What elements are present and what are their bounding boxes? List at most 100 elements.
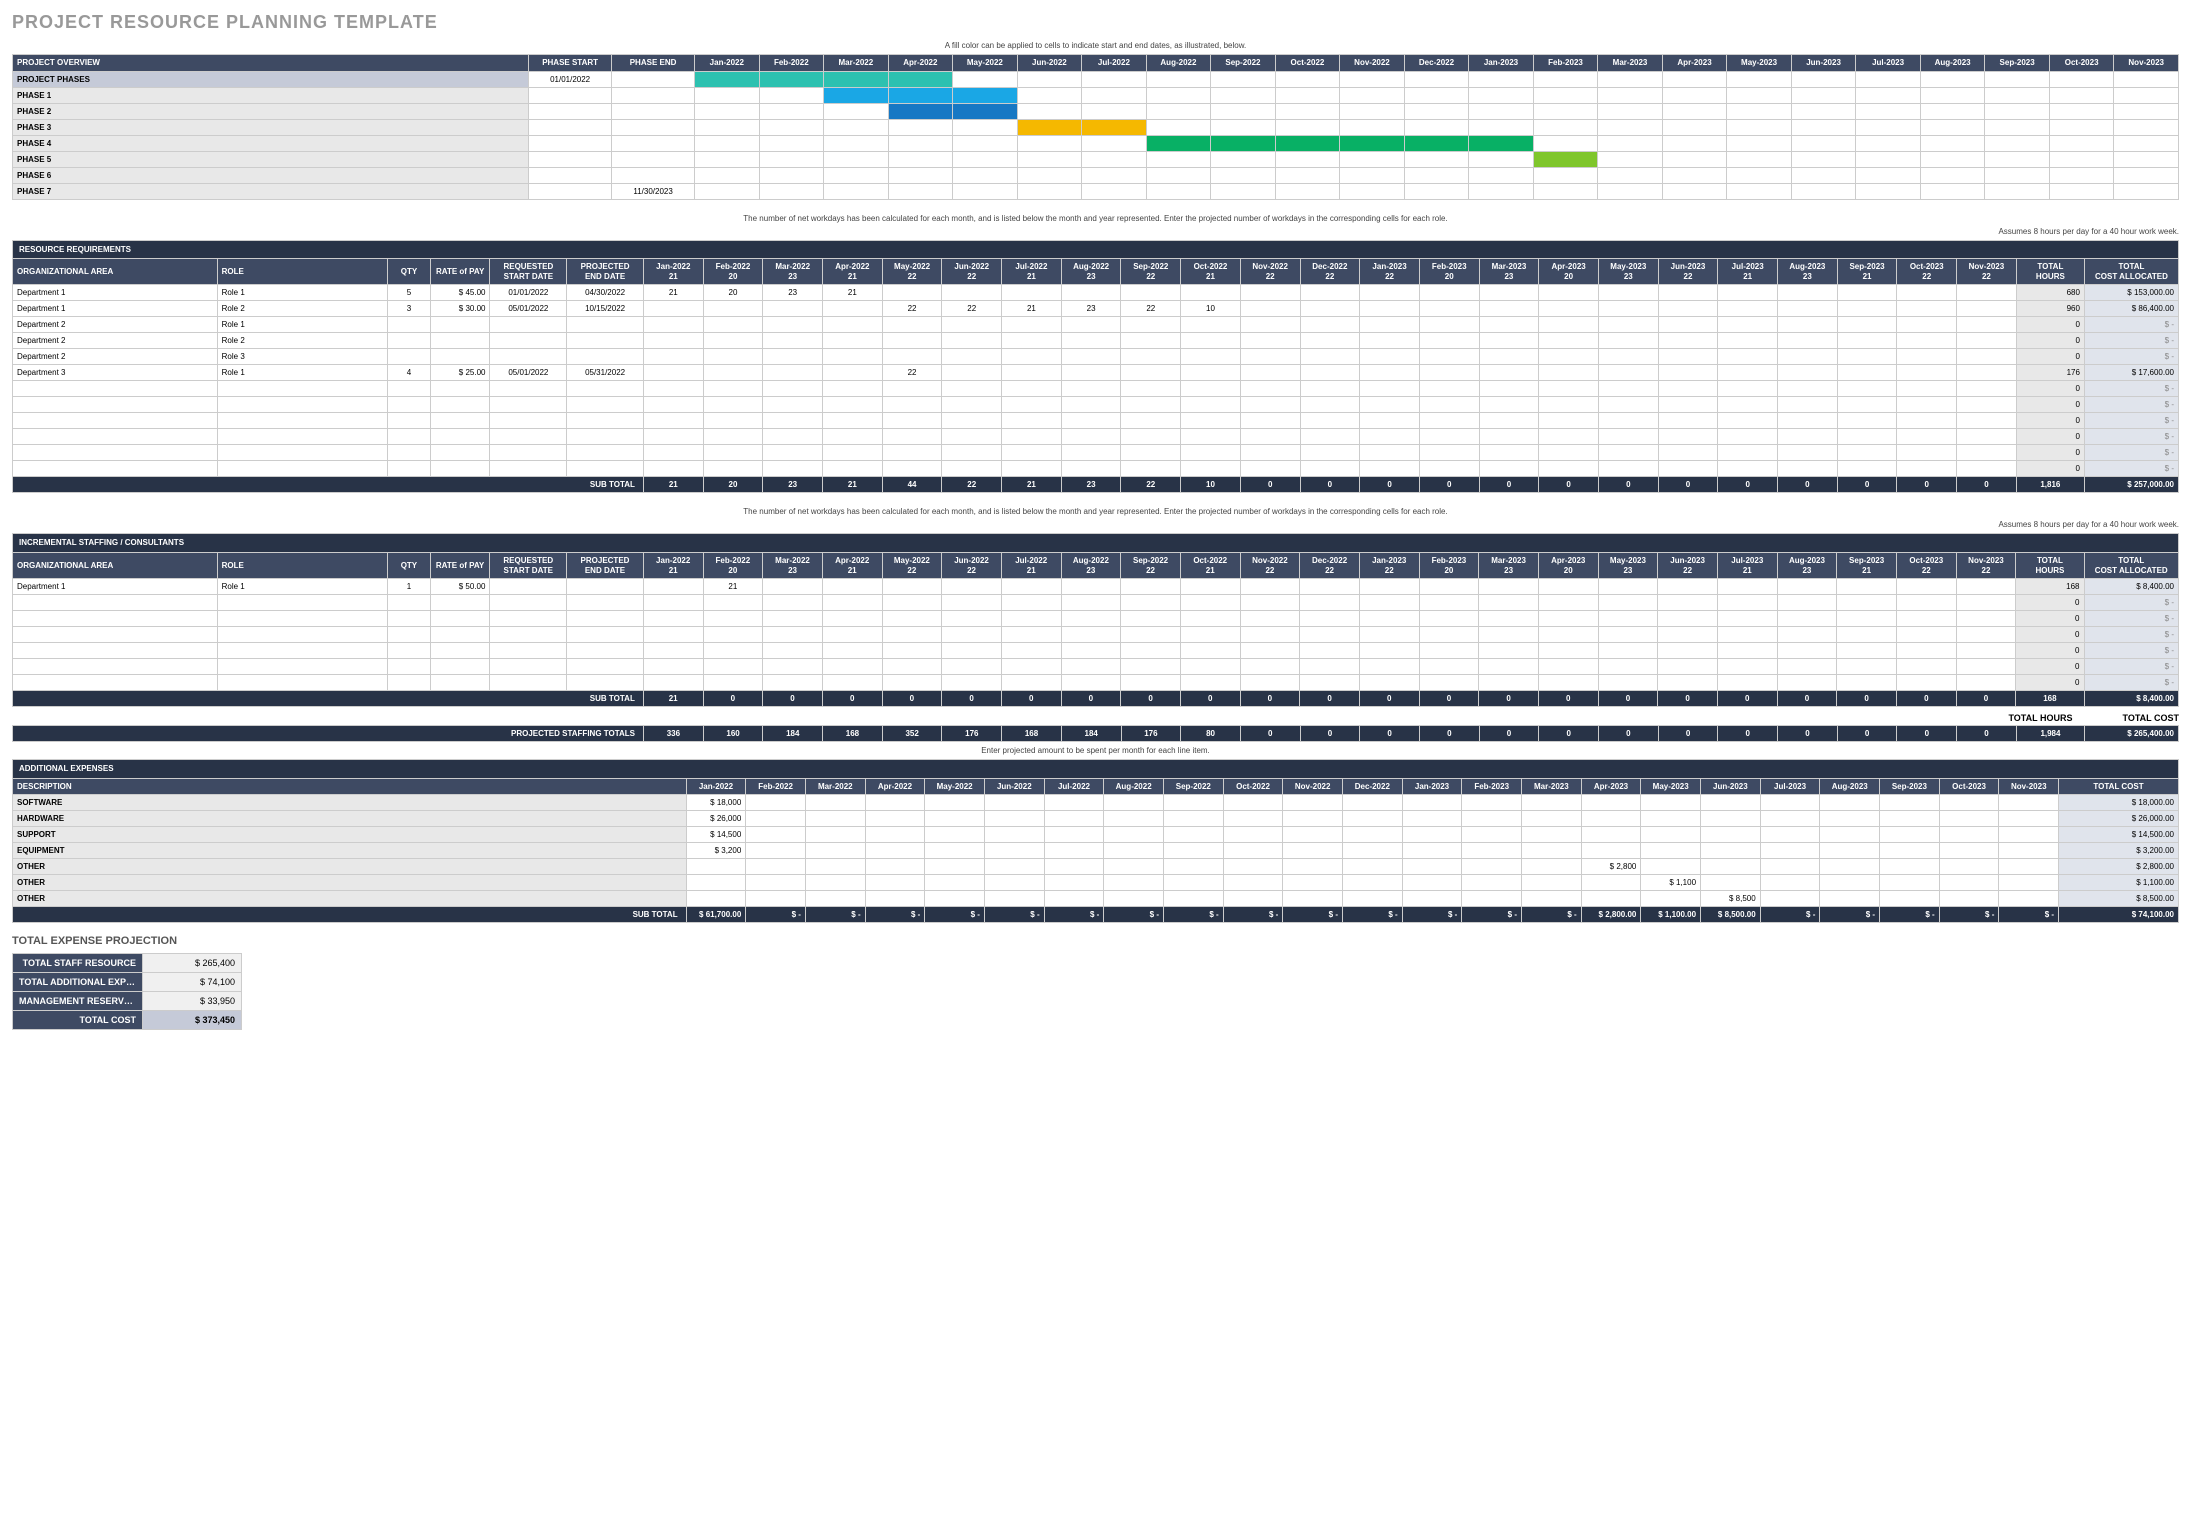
gantt-cell[interactable] [1791, 135, 1856, 151]
workday-cell[interactable] [1598, 675, 1658, 691]
role-cell[interactable] [217, 397, 388, 413]
workday-cell[interactable] [1479, 595, 1539, 611]
workday-cell[interactable] [1360, 285, 1420, 301]
gantt-cell[interactable] [1469, 119, 1534, 135]
workday-cell[interactable] [1837, 659, 1897, 675]
expense-cell[interactable] [1044, 891, 1104, 907]
workday-cell[interactable] [703, 381, 763, 397]
qty-cell[interactable] [388, 317, 431, 333]
expense-cell[interactable]: $ 14,500 [686, 827, 746, 843]
org-cell[interactable] [13, 595, 218, 611]
workday-cell[interactable] [703, 675, 763, 691]
workday-cell[interactable] [1419, 365, 1479, 381]
workday-cell[interactable] [1240, 627, 1300, 643]
expense-cell[interactable] [1402, 875, 1462, 891]
rate-cell[interactable]: $ 30.00 [430, 301, 490, 317]
workday-cell[interactable] [1061, 365, 1121, 381]
workday-cell[interactable] [882, 285, 942, 301]
workday-cell[interactable] [1956, 627, 2016, 643]
gantt-cell[interactable] [888, 167, 953, 183]
gantt-cell[interactable] [759, 135, 824, 151]
gantt-cell[interactable] [953, 151, 1018, 167]
workday-cell[interactable] [1598, 397, 1658, 413]
workday-cell[interactable] [1419, 285, 1479, 301]
qty-cell[interactable] [388, 659, 431, 675]
workday-cell[interactable] [1061, 413, 1121, 429]
workday-cell[interactable] [1837, 627, 1897, 643]
workday-cell[interactable] [1538, 643, 1598, 659]
workday-cell[interactable] [1897, 413, 1957, 429]
gantt-cell[interactable] [1082, 119, 1147, 135]
expense-cell[interactable] [1581, 827, 1641, 843]
expense-cell[interactable] [1760, 891, 1820, 907]
expense-cell[interactable] [1641, 843, 1701, 859]
workday-cell[interactable] [1419, 333, 1479, 349]
gantt-cell[interactable] [1211, 119, 1276, 135]
gantt-cell[interactable] [1920, 151, 1985, 167]
workday-cell[interactable]: 22 [1121, 301, 1181, 317]
workday-cell[interactable] [882, 429, 942, 445]
workday-cell[interactable] [1419, 675, 1479, 691]
expense-cell[interactable] [1522, 859, 1582, 875]
workday-cell[interactable] [1598, 381, 1658, 397]
phase-start-cell[interactable] [529, 103, 612, 119]
workday-cell[interactable] [1598, 643, 1658, 659]
gantt-cell[interactable] [1662, 135, 1727, 151]
gantt-cell[interactable] [1662, 183, 1727, 199]
expense-cell[interactable] [1343, 811, 1403, 827]
workday-cell[interactable] [1479, 381, 1539, 397]
workday-cell[interactable] [1419, 381, 1479, 397]
workday-cell[interactable] [703, 461, 763, 477]
expense-cell[interactable] [984, 875, 1044, 891]
workday-cell[interactable] [1837, 445, 1897, 461]
workday-cell[interactable] [1240, 381, 1300, 397]
workday-cell[interactable] [882, 611, 942, 627]
expense-cell[interactable] [1522, 891, 1582, 907]
org-cell[interactable] [13, 675, 218, 691]
workday-cell[interactable] [1002, 333, 1062, 349]
gantt-cell[interactable] [1340, 119, 1405, 135]
expense-cell[interactable] [1163, 827, 1223, 843]
workday-cell[interactable] [703, 413, 763, 429]
workday-cell[interactable] [1479, 445, 1539, 461]
workday-cell[interactable] [1360, 349, 1420, 365]
workday-cell[interactable] [1419, 301, 1479, 317]
workday-cell[interactable] [1479, 333, 1539, 349]
workday-cell[interactable] [1479, 461, 1539, 477]
gantt-cell[interactable] [695, 135, 760, 151]
rate-cell[interactable] [430, 643, 490, 659]
workday-cell[interactable] [1718, 461, 1778, 477]
org-cell[interactable] [13, 461, 218, 477]
workday-cell[interactable] [1300, 429, 1360, 445]
workday-cell[interactable] [1419, 461, 1479, 477]
expense-cell[interactable] [1104, 795, 1164, 811]
workday-cell[interactable] [1121, 627, 1181, 643]
gantt-cell[interactable] [1146, 87, 1211, 103]
gantt-cell[interactable] [2114, 71, 2179, 87]
gantt-cell[interactable] [2049, 103, 2114, 119]
gantt-cell[interactable] [1598, 103, 1663, 119]
req-cell[interactable] [490, 381, 567, 397]
expense-cell[interactable] [1044, 827, 1104, 843]
qty-cell[interactable] [388, 445, 431, 461]
workday-cell[interactable] [1658, 285, 1718, 301]
expense-cell[interactable] [1462, 891, 1522, 907]
gantt-cell[interactable] [1082, 135, 1147, 151]
workday-cell[interactable] [1359, 659, 1419, 675]
phase-end-cell[interactable] [612, 151, 695, 167]
phase-end-cell[interactable] [612, 135, 695, 151]
workday-cell[interactable] [1121, 285, 1181, 301]
expense-cell[interactable] [865, 811, 925, 827]
workday-cell[interactable] [1658, 461, 1718, 477]
qty-cell[interactable]: 3 [388, 301, 431, 317]
gantt-cell[interactable] [1146, 151, 1211, 167]
role-cell[interactable]: Role 2 [217, 301, 388, 317]
workday-cell[interactable] [1896, 643, 1956, 659]
workday-cell[interactable] [1240, 611, 1300, 627]
workday-cell[interactable] [1658, 429, 1718, 445]
workday-cell[interactable] [942, 333, 1002, 349]
expense-cell[interactable] [686, 875, 746, 891]
workday-cell[interactable] [1419, 445, 1479, 461]
gantt-cell[interactable] [2114, 135, 2179, 151]
workday-cell[interactable] [763, 429, 823, 445]
